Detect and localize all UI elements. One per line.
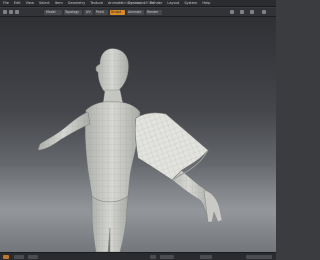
tab-topology-label: Topology xyxy=(65,10,80,14)
tab-uv-label: UV xyxy=(86,10,91,14)
undo-icon[interactable] xyxy=(9,10,13,14)
human-mesh[interactable] xyxy=(37,48,223,252)
tab-sculpt-label: Sculpt xyxy=(111,10,121,14)
menu-item-item[interactable]: Item xyxy=(55,1,63,5)
status-bar xyxy=(0,252,276,260)
menu-item-view[interactable]: View xyxy=(26,1,34,5)
viewport-scene xyxy=(37,48,223,252)
camera-icon[interactable] xyxy=(240,10,244,14)
tab-paint-label: Paint xyxy=(96,10,104,14)
layout-toolbar: Model Topology UV Paint Sculpt Animate R… xyxy=(0,8,276,17)
alert-icon[interactable] xyxy=(3,255,9,259)
status-field-4[interactable] xyxy=(200,255,212,259)
tab-sculpt[interactable]: Sculpt xyxy=(110,10,125,15)
tab-topology[interactable]: Topology xyxy=(64,10,82,15)
redo-icon[interactable] xyxy=(15,10,19,14)
tab-render-label: Render xyxy=(147,10,159,14)
tab-uv[interactable]: UV xyxy=(84,10,93,15)
status-field-1[interactable] xyxy=(14,255,24,259)
menu-item-layout[interactable]: Layout xyxy=(167,1,179,5)
grid-icon[interactable] xyxy=(230,10,234,14)
play-icon[interactable] xyxy=(150,255,156,259)
maximize-icon[interactable] xyxy=(262,10,266,14)
tab-paint[interactable]: Paint xyxy=(95,10,108,15)
3d-viewport[interactable] xyxy=(0,17,276,252)
tab-model[interactable]: Model xyxy=(44,10,62,15)
settings-icon[interactable] xyxy=(250,10,254,14)
menu-item-help[interactable]: Help xyxy=(202,1,210,5)
menu-item-edit[interactable]: Edit xyxy=(14,1,21,5)
tab-animate[interactable]: Animate xyxy=(127,10,144,15)
window-title: Untitled.lxo - MODO xyxy=(120,1,156,5)
menu-item-system[interactable]: System xyxy=(184,1,197,5)
status-field-3[interactable] xyxy=(160,255,174,259)
status-field-2[interactable] xyxy=(28,255,38,259)
tab-model-label: Model xyxy=(46,10,56,14)
menu-item-file[interactable]: File xyxy=(3,1,9,5)
tab-render[interactable]: Render xyxy=(146,10,162,15)
menu-item-texture[interactable]: Texture xyxy=(90,1,103,5)
home-icon[interactable] xyxy=(3,10,7,14)
tab-animate-label: Animate xyxy=(128,10,142,14)
menu-item-geometry[interactable]: Geometry xyxy=(68,1,85,5)
menu-item-select[interactable]: Select xyxy=(39,1,50,5)
mesh-hand-right[interactable] xyxy=(203,189,223,223)
status-field-5[interactable] xyxy=(246,255,272,259)
